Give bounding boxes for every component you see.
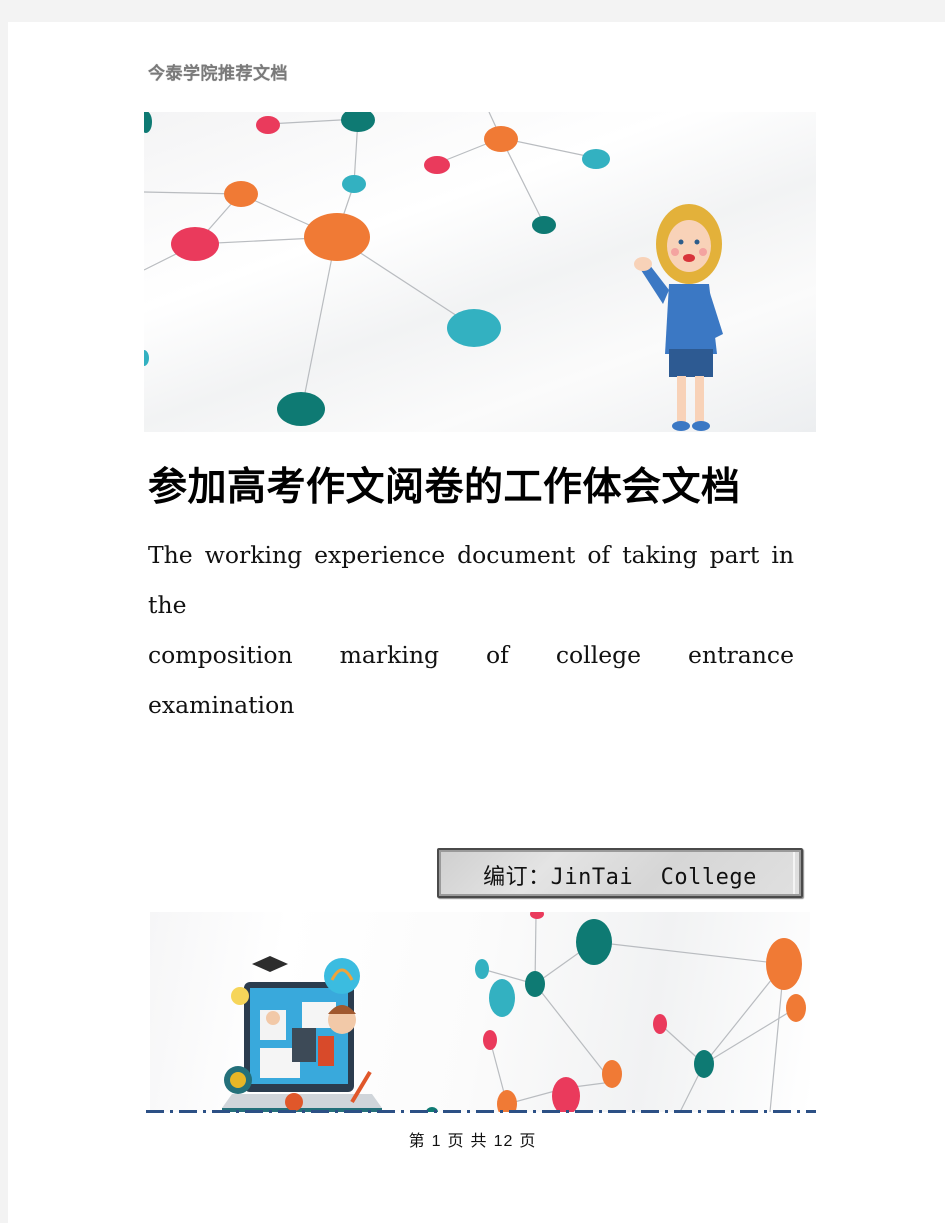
node-red: [424, 156, 450, 174]
node-orange: [602, 1060, 622, 1088]
editor-label: 编订：JinTai College: [439, 859, 801, 891]
node-cyan: [342, 175, 366, 193]
node-red: [552, 1077, 580, 1112]
node-orange: [766, 938, 802, 990]
node-cyan: [144, 350, 149, 366]
document-subtitle: The working experience document of takin…: [148, 530, 794, 730]
network-edges: [144, 112, 597, 409]
node-teal: [144, 112, 152, 133]
page-prefix: 第: [408, 1133, 426, 1150]
total-prefix: 共: [470, 1133, 488, 1150]
node-orange: [304, 213, 370, 261]
node-red: [171, 227, 219, 261]
laptop-illustration: [222, 956, 382, 1112]
node-cyan: [582, 149, 610, 169]
node-red: [653, 1014, 667, 1034]
node-teal: [277, 392, 325, 426]
network-nodes: [144, 112, 610, 426]
node-cyan: [489, 979, 515, 1017]
node-orange: [484, 126, 518, 152]
bottom-image: [150, 912, 810, 1112]
node-teal: [532, 216, 556, 234]
node-teal: [694, 1050, 714, 1078]
page-number-footer: 第 1 页共 12 页: [0, 1127, 945, 1151]
node-red: [483, 1030, 497, 1050]
network-nodes: [426, 912, 806, 1112]
editor-name: JinTai College: [550, 865, 757, 890]
total-pages: 12: [493, 1133, 514, 1150]
footer-divider: [146, 1110, 816, 1113]
node-orange: [786, 994, 806, 1022]
network-illustration: [144, 112, 723, 431]
document-title: 参加高考作文阅卷的工作体会文档: [148, 465, 741, 510]
editor-prefix: 编订：: [483, 865, 551, 890]
subtitle-line-1: The working experience document of takin…: [148, 541, 794, 619]
network-edges: [481, 915, 797, 1112]
node-cyan: [475, 959, 489, 979]
education-network-illustration: [222, 912, 806, 1112]
node-red: [530, 912, 544, 919]
node-orange: [497, 1090, 517, 1112]
total-suffix: 页: [519, 1133, 537, 1150]
current-page: 1: [431, 1133, 442, 1150]
teacher-character: [634, 204, 723, 431]
node-teal: [525, 971, 545, 997]
node-teal: [576, 919, 612, 965]
node-teal: [341, 112, 375, 132]
page-word: 页: [447, 1133, 465, 1150]
node-orange: [224, 181, 258, 207]
node-cyan: [447, 309, 501, 347]
header-org-name: 今泰学院推荐文档: [148, 64, 288, 84]
editor-label-box: 编订：JinTai College: [437, 848, 803, 898]
node-red: [256, 116, 280, 134]
subtitle-line-2: composition marking of college entrance …: [148, 641, 794, 719]
hero-image: [144, 112, 816, 432]
